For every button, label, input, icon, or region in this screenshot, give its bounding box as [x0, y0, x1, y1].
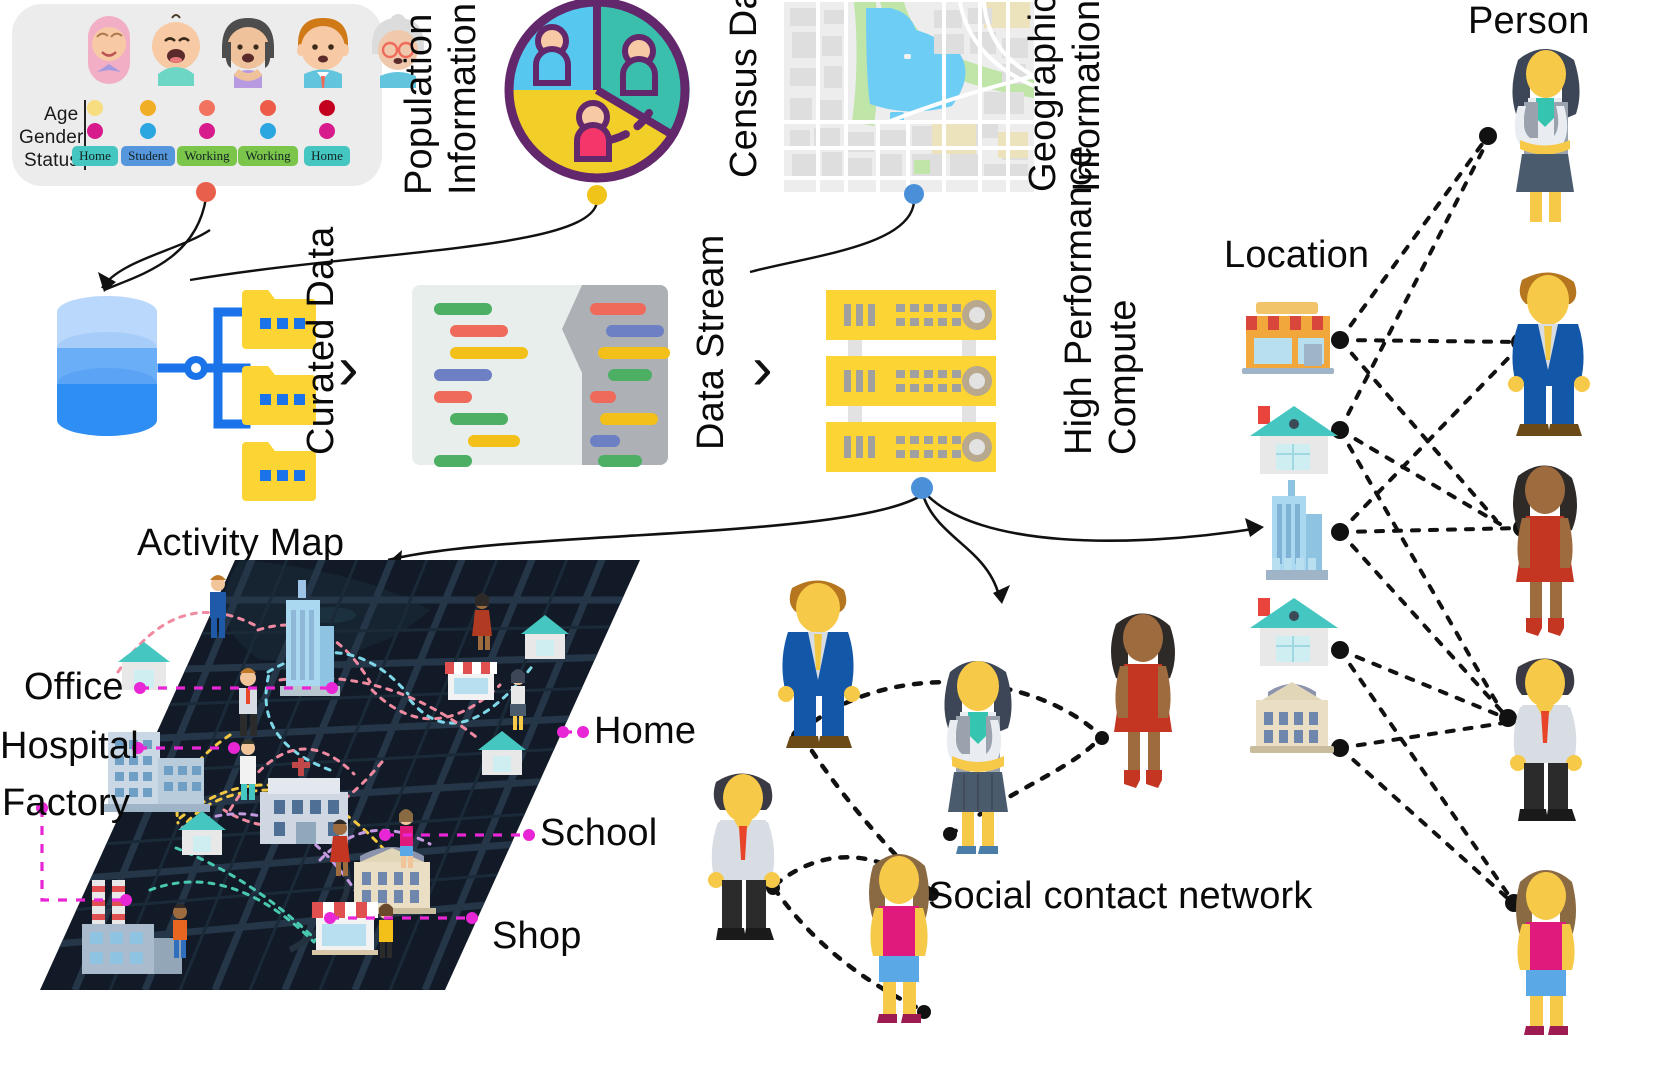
- age-dot: [87, 100, 103, 116]
- diagram-canvas: Age Gender Status Home Student Working Work…: [0, 0, 1670, 1080]
- bipartite-person-3: [1513, 465, 1577, 636]
- census-label: Census Data: [723, 0, 765, 178]
- age-dot: [199, 100, 215, 116]
- person-blue-suit-man: [778, 580, 860, 748]
- population-label-line1: Population: [398, 13, 440, 195]
- data-stream-icon: [412, 285, 670, 467]
- map-label-hospital: Hospital: [0, 725, 139, 767]
- person-pink-top-girl: [869, 854, 929, 1023]
- census-pie-chart-icon: [504, 0, 690, 183]
- person-grey-shirt-man: [708, 773, 780, 940]
- data-stream-label: Data Stream: [690, 234, 732, 450]
- pin-census: [587, 185, 607, 205]
- home-icon-2: [1250, 598, 1338, 666]
- home-icon-1: [1250, 406, 1338, 474]
- gender-dot: [87, 123, 103, 139]
- gender-dot: [140, 123, 156, 139]
- bipartite-person-1: [1512, 49, 1580, 222]
- map-label-office: Office: [24, 666, 124, 708]
- hpc-label-line2: Compute: [1102, 299, 1144, 455]
- bipartite-person-5: [1516, 870, 1576, 1035]
- street-map-icon: [784, 1, 1035, 192]
- person-red-dress-woman: [1111, 613, 1175, 788]
- chevron-2-icon: ›: [752, 334, 773, 403]
- school-icon: [1250, 682, 1334, 753]
- age-dot: [140, 100, 156, 116]
- pin-hpc: [911, 477, 933, 499]
- shop-icon: [1242, 302, 1334, 374]
- social-network-title: Social contact network: [928, 875, 1313, 917]
- map-label-factory: Factory: [2, 782, 131, 824]
- pin-geographic: [904, 184, 924, 204]
- gender-dot: [319, 123, 335, 139]
- gender-dot: [199, 123, 215, 139]
- chevron-1-icon: ›: [338, 334, 359, 403]
- bipartite-person-4: [1510, 658, 1582, 821]
- map-label-school: School: [540, 812, 658, 854]
- database-cylinder-icon: [57, 290, 316, 501]
- curated-data-label: Curated Data: [300, 226, 342, 455]
- population-label-line2: Information: [442, 2, 484, 195]
- bipartite-person-2: [1508, 272, 1590, 436]
- office-tower-icon: [1266, 480, 1328, 580]
- activity-map-title: Activity Map: [137, 522, 345, 564]
- person-white-coat-woman: [944, 661, 1012, 854]
- map-label-shop: Shop: [492, 915, 582, 957]
- hpc-label-line1: High Performance: [1058, 145, 1100, 455]
- age-dot: [319, 100, 335, 116]
- gender-dot: [260, 123, 276, 139]
- age-dot: [260, 100, 276, 116]
- server-rack-icon: [826, 290, 996, 472]
- bipartite-person-title: Person: [1468, 0, 1590, 42]
